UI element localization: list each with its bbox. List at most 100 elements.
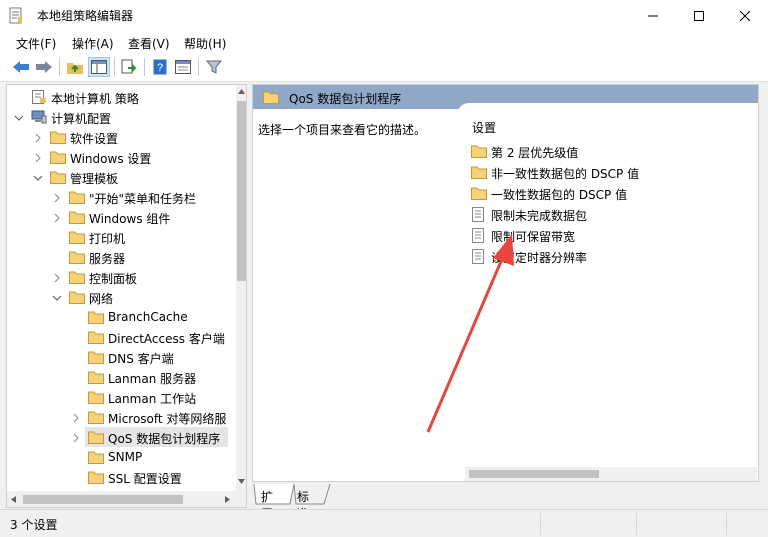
details-horizontal-scroll-thumb[interactable] [469, 470, 599, 478]
computer-policy-icon [31, 90, 47, 104]
tree-vertical-scroll-thumb[interactable] [237, 101, 246, 281]
tree-item[interactable]: Windows 设置 [7, 147, 231, 167]
chevron-down-icon[interactable] [33, 172, 43, 182]
menu-help[interactable]: 帮助(H) [184, 35, 226, 52]
tree-item[interactable]: Lanman 服务器 [7, 367, 231, 387]
scroll-up-icon[interactable] [238, 89, 245, 94]
chevron-right-icon[interactable] [71, 412, 81, 423]
tree-item-label: "开始"菜单和任务栏 [89, 192, 197, 206]
chevron-down-icon[interactable] [14, 112, 24, 122]
tree-item[interactable]: 软件设置 [7, 127, 231, 147]
tree-item[interactable]: Microsoft 对等网络服 [7, 407, 231, 427]
tree-vertical-scrollbar[interactable] [236, 85, 246, 491]
tab-standard[interactable]: 标准 [297, 484, 309, 521]
chevron-right-icon[interactable] [52, 272, 62, 283]
folder-up-icon [67, 63, 83, 74]
help-button[interactable]: ? [149, 57, 171, 77]
menu-action[interactable]: 操作(A) [72, 35, 114, 52]
folder-icon [88, 410, 104, 424]
properties-button[interactable] [172, 57, 194, 77]
chevron-right-icon[interactable] [52, 212, 62, 223]
properties-icon [175, 60, 191, 74]
minimize-icon [648, 15, 658, 16]
policy-setting-item[interactable]: 限制可保留带宽 [471, 225, 751, 245]
chevron-right-icon[interactable] [52, 192, 62, 203]
console-tree[interactable]: 本地计算机 策略 计算机配置 软件设置 Windows 设置 管理模板 "开始"菜单和任务… [6, 84, 247, 508]
filter-icon [206, 60, 222, 74]
settings-folder-item[interactable]: 第 2 层优先级值 [471, 141, 751, 161]
tree-item[interactable]: SNMP [7, 447, 231, 467]
chevron-right-icon[interactable] [71, 432, 81, 443]
tree-item[interactable]: 本地计算机 策略 [7, 87, 231, 107]
tree-item-label: Windows 设置 [70, 152, 152, 166]
menu-bar: 文件(F) 操作(A) 查看(V) 帮助(H) [0, 31, 768, 53]
tree-item[interactable]: DirectAccess 客户端 [7, 327, 231, 347]
tree-item[interactable]: 管理模板 [7, 167, 231, 187]
tree-item-label: 控制面板 [89, 272, 138, 286]
back-arrow-icon [13, 61, 29, 73]
filter-button[interactable] [203, 57, 225, 77]
chevron-down-icon[interactable] [52, 292, 62, 302]
tree-item-label: 计算机配置 [51, 112, 112, 126]
tree-item-label: 本地计算机 策略 [51, 92, 139, 106]
export-list-button[interactable] [118, 57, 140, 77]
details-horizontal-scrollbar[interactable] [465, 467, 757, 481]
export-icon [121, 59, 137, 74]
tree-item[interactable]: 控制面板 [7, 267, 231, 287]
tree-horizontal-scroll-thumb[interactable] [23, 495, 183, 504]
tree-item-label: Microsoft 对等网络服 [108, 412, 227, 426]
tree-item[interactable]: 网络 [7, 287, 231, 307]
policy-setting-item[interactable]: 设置定时器分辨率 [471, 246, 751, 266]
title-bar: 本地组策略编辑器 [0, 0, 768, 31]
folder-icon [88, 350, 104, 364]
list-item-label: 非一致性数据包的 DSCP 值 [491, 167, 640, 181]
description-text: 选择一个项目来查看它的描述。 [258, 123, 427, 137]
toolbar: ? [0, 53, 768, 82]
tree-item-label: SNMP [108, 450, 143, 464]
menu-view[interactable]: 查看(V) [128, 35, 170, 52]
chevron-right-icon[interactable] [33, 132, 43, 143]
menu-file[interactable]: 文件(F) [16, 35, 56, 52]
tree-item[interactable]: 打印机 [7, 227, 231, 247]
tree-item[interactable]: 服务器 [7, 247, 231, 267]
column-header-setting[interactable]: 设置 [472, 119, 496, 136]
computer-icon [31, 110, 47, 124]
forward-button[interactable] [33, 57, 55, 77]
show-hide-tree-button[interactable] [88, 57, 110, 77]
close-button[interactable] [722, 0, 768, 31]
scroll-down-icon[interactable] [238, 479, 245, 484]
folder-icon [88, 470, 104, 484]
back-button[interactable] [10, 57, 32, 77]
settings-folder-item[interactable]: 一致性数据包的 DSCP 值 [471, 183, 751, 203]
policy-setting-item[interactable]: 限制未完成数据包 [471, 204, 751, 224]
chevron-right-icon[interactable] [33, 152, 43, 163]
tree-horizontal-scrollbar[interactable] [7, 491, 246, 507]
tree-item[interactable]: Windows 组件 [7, 207, 231, 227]
maximize-button[interactable] [676, 0, 722, 31]
tree-item-label: 管理模板 [70, 172, 119, 186]
tree-item[interactable]: 计算机配置 [7, 107, 231, 127]
scroll-left-icon[interactable] [11, 496, 16, 503]
folder-icon [69, 190, 85, 204]
list-item-label: 限制未完成数据包 [491, 209, 588, 223]
tree-item[interactable]: QoS 数据包计划程序 [7, 427, 231, 447]
tree-item-label: Lanman 工作站 [108, 392, 197, 406]
tree-item[interactable]: "开始"菜单和任务栏 [7, 187, 231, 207]
tree-item[interactable]: SSL 配置设置 [7, 467, 231, 487]
list-item-label: 限制可保留带宽 [491, 230, 576, 244]
up-level-button[interactable] [64, 57, 86, 77]
minimize-button[interactable] [630, 0, 676, 31]
tree-item[interactable]: BranchCache [7, 307, 231, 327]
tab-extended[interactable]: 扩展 [261, 484, 273, 521]
settings-list: 设置 第 2 层优先级值非一致性数据包的 DSCP 值一致性数据包的 DSCP … [457, 103, 758, 463]
policy-editor-icon [9, 7, 23, 24]
scroll-right-icon[interactable] [225, 496, 230, 503]
tree-item[interactable]: DNS 客户端 [7, 347, 231, 367]
folder-icon [50, 150, 66, 164]
list-item-label: 第 2 层优先级值 [491, 146, 579, 160]
folder-icon [263, 90, 279, 104]
settings-folder-item[interactable]: 非一致性数据包的 DSCP 值 [471, 162, 751, 182]
folder-icon [88, 390, 104, 404]
tree-item-label: 服务器 [89, 252, 126, 266]
tree-item[interactable]: Lanman 工作站 [7, 387, 231, 407]
